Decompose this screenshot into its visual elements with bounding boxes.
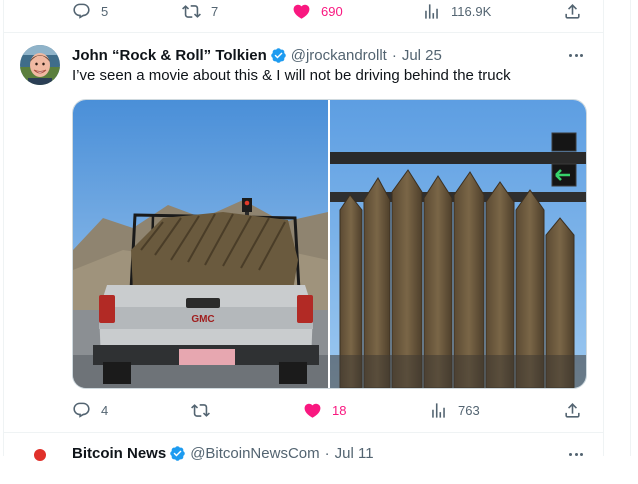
- avatar[interactable]: [20, 45, 60, 85]
- reply-count: 5: [101, 3, 109, 19]
- repost-icon: [191, 403, 210, 417]
- reply-button[interactable]: 4: [72, 399, 108, 421]
- handle[interactable]: @BitcoinNewsCom: [190, 445, 319, 462]
- reply-count: 4: [101, 402, 109, 418]
- verified-badge-icon: [170, 445, 185, 461]
- views-count: 116.9K: [451, 3, 492, 19]
- views-icon: [432, 402, 445, 418]
- stakes-closeup-photo[interactable]: [330, 100, 586, 388]
- more-icon: [568, 452, 572, 456]
- reply-icon: [73, 402, 90, 418]
- views-button[interactable]: 116.9K: [422, 0, 491, 22]
- more-icon: [568, 53, 572, 57]
- heart-icon: [293, 4, 310, 19]
- avatar-image: [20, 45, 60, 85]
- separator-dot: ·: [324, 444, 330, 462]
- tweet-divider: [3, 32, 603, 33]
- tweet-divider: [3, 432, 603, 433]
- like-button[interactable]: 18: [303, 399, 346, 421]
- heart-icon: [304, 403, 321, 418]
- display-name[interactable]: Bitcoin News: [72, 445, 166, 462]
- reply-icon: [73, 3, 90, 19]
- repost-button[interactable]: [191, 399, 220, 421]
- repost-button[interactable]: 7: [182, 0, 218, 22]
- share-button[interactable]: [563, 399, 582, 421]
- separator-dot: ·: [391, 46, 397, 64]
- more-options-button[interactable]: [566, 444, 586, 464]
- handle[interactable]: @jrockandrollt: [291, 47, 387, 64]
- tweet-date[interactable]: Jul 11: [335, 445, 374, 462]
- svg-text:GMC: GMC: [191, 314, 214, 325]
- share-icon: [565, 3, 580, 19]
- views-icon: [425, 3, 438, 19]
- avatar-image: [34, 449, 46, 461]
- close-up-sharpened-wooden-stakes-photo: [330, 100, 586, 388]
- more-options-button[interactable]: [566, 45, 586, 65]
- display-name[interactable]: John “Rock & Roll” Tolkien: [72, 47, 267, 64]
- like-button[interactable]: 690: [292, 0, 343, 22]
- share-icon: [565, 402, 580, 418]
- like-count: 690: [321, 3, 343, 19]
- tweet-media: GMC: [72, 99, 587, 389]
- repost-count: 7: [211, 3, 219, 19]
- like-count: 18: [332, 402, 347, 418]
- pickup-truck-photo[interactable]: GMC: [73, 100, 330, 388]
- views-count: 763: [458, 402, 480, 418]
- sidebar-edge: [630, 0, 638, 456]
- reply-button[interactable]: 5: [72, 0, 108, 22]
- repost-icon: [182, 4, 201, 18]
- pickup-truck-with-wooden-stakes-photo: GMC: [73, 100, 328, 388]
- tweet-date[interactable]: Jul 25: [402, 47, 442, 64]
- avatar[interactable]: [20, 444, 60, 484]
- share-button[interactable]: [563, 0, 582, 22]
- tweet-text: I’ve seen a movie about this & I will no…: [72, 67, 511, 84]
- tweet-header: John “Rock & Roll” Tolkien @jrockandroll…: [72, 45, 442, 65]
- tweet-header: Bitcoin News @BitcoinNewsCom · Jul 11: [72, 443, 374, 463]
- views-button[interactable]: 763: [429, 399, 480, 421]
- verified-badge-icon: [270, 47, 286, 63]
